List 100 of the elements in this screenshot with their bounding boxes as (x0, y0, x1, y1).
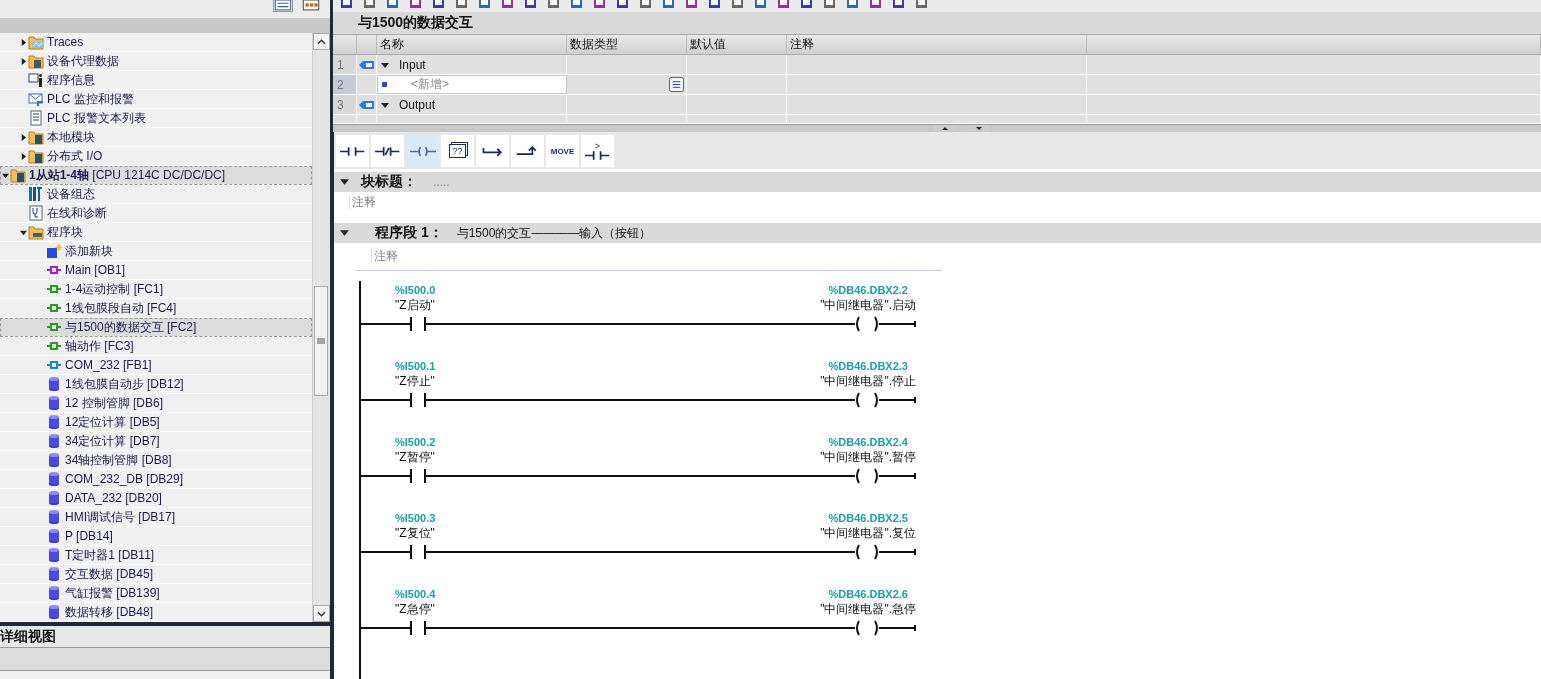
tree-item[interactable]: P [DB14] (0, 527, 312, 546)
collapse-arrow-icon[interactable] (340, 229, 349, 237)
toolbar-icon[interactable] (730, 0, 746, 10)
toolbar-icon[interactable] (707, 0, 723, 10)
tree-item[interactable]: 12 控制管脚 [DB6] (0, 394, 312, 413)
rung-drawing[interactable] (361, 468, 916, 484)
coil-symbol[interactable]: "中间继电器".停止 (820, 373, 916, 389)
tree-item[interactable]: 添加新块 (0, 242, 312, 261)
branch-close-button[interactable] (511, 135, 544, 167)
tree-item[interactable]: 34轴控制管脚 [DB8] (0, 451, 312, 470)
tree-item[interactable]: 程序块 (0, 223, 312, 242)
toolbar-icon[interactable] (914, 0, 930, 10)
toolbar-icon[interactable] (546, 0, 562, 10)
text-button[interactable]: MOVE (546, 135, 579, 167)
toolbar-icon[interactable] (569, 0, 585, 10)
coil-symbol[interactable]: "中间继电器".复位 (820, 525, 916, 541)
expand-arrow-icon[interactable] (381, 100, 389, 109)
toolbar-icon[interactable] (408, 0, 424, 10)
column-header[interactable]: 默认值 (687, 35, 787, 54)
toolbar-icon[interactable] (454, 0, 470, 10)
toolbar-icon[interactable] (362, 0, 378, 10)
column-header[interactable]: 数据类型 (567, 35, 687, 54)
rung-drawing[interactable] (361, 392, 916, 408)
collapse-arrow-icon[interactable] (340, 178, 349, 186)
expand-arrow-icon[interactable] (381, 60, 389, 69)
compare-button[interactable]: > (581, 135, 614, 167)
toolbar-icon[interactable] (592, 0, 608, 10)
toolbar-icon[interactable] (477, 0, 493, 10)
toolbar-icon[interactable] (868, 0, 884, 10)
tree-item[interactable]: 1-4运动控制 [FC1] (0, 280, 312, 299)
tree-item[interactable]: T定时器1 [DB11] (0, 546, 312, 565)
expand-arrow-icon[interactable] (1, 171, 9, 179)
branch-open-button[interactable] (476, 135, 509, 167)
toolbar-icon[interactable] (799, 0, 815, 10)
tree-item[interactable]: 程序信息 (0, 71, 312, 90)
network-title[interactable]: 与1500的交互————输入（按钮） (456, 224, 652, 242)
expand-arrow-icon[interactable] (19, 38, 27, 46)
toolbar-icon[interactable] (891, 0, 907, 10)
tree-item[interactable]: 12定位计算 [DB5] (0, 413, 312, 432)
rung-drawing[interactable] (361, 544, 916, 560)
toolbar-icon[interactable] (615, 0, 631, 10)
box-button[interactable]: ?? (441, 135, 474, 167)
contact-symbol[interactable]: "Z复位" (395, 525, 436, 541)
block-comment[interactable]: 注释 (349, 195, 376, 209)
grid-view-icon[interactable] (302, 0, 320, 11)
scroll-up-button[interactable] (313, 33, 330, 50)
tree-item[interactable]: PLC 报警文本列表 (0, 109, 312, 128)
toolbar-icon[interactable] (339, 0, 355, 10)
toolbar-icon[interactable] (523, 0, 539, 10)
expand-arrow-icon[interactable] (19, 57, 27, 65)
contact-symbol[interactable]: "Z启动" (395, 297, 436, 313)
toolbar-icon[interactable] (500, 0, 516, 10)
toolbar-icon[interactable] (638, 0, 654, 10)
toolbar-icon[interactable] (684, 0, 700, 10)
toolbar-icon[interactable] (385, 0, 401, 10)
tree-item[interactable]: PLC 监控和报警 (0, 90, 312, 109)
rung-drawing[interactable] (361, 620, 916, 636)
coil-symbol[interactable]: "中间继电器".暂停 (820, 449, 916, 465)
tree-item[interactable]: 气缸报警 [DB139] (0, 584, 312, 603)
scrollbar-thumb[interactable] (314, 286, 328, 396)
tree-item[interactable]: DATA_232 [DB20] (0, 489, 312, 508)
tree-item[interactable]: 34定位计算 [DB7] (0, 432, 312, 451)
list-view-icon[interactable] (274, 0, 292, 11)
column-header[interactable]: 注释 (787, 35, 1087, 54)
tree-item[interactable]: COM_232 [FB1] (0, 356, 312, 375)
tree-item[interactable]: Main [OB1] (0, 261, 312, 280)
coil-symbol[interactable]: "中间继电器".启动 (820, 297, 916, 313)
coil-symbol[interactable]: "中间继电器".急停 (820, 601, 916, 617)
tree-item[interactable]: 在线和诊断 (0, 204, 312, 223)
list-button-icon[interactable] (669, 77, 684, 92)
toolbar-icon[interactable] (822, 0, 838, 10)
column-header[interactable]: 名称 (377, 35, 567, 54)
scroll-down-button[interactable] (313, 605, 330, 622)
expand-arrow-icon[interactable] (19, 228, 27, 236)
rung-drawing[interactable] (361, 316, 916, 332)
tree-item[interactable]: Traces (0, 33, 312, 52)
network-comment[interactable]: 注释 (371, 249, 398, 263)
tree-item[interactable]: HMI调试信号 [DB17] (0, 508, 312, 527)
contact-symbol[interactable]: "Z暂停" (395, 449, 436, 465)
expand-arrow-icon[interactable] (19, 152, 27, 160)
tree-item[interactable]: 设备组态 (0, 185, 312, 204)
no-contact-button[interactable] (336, 135, 369, 167)
tree-item[interactable]: 与1500的数据交互 [FC2] (0, 318, 312, 337)
contact-symbol[interactable]: "Z急停" (395, 601, 436, 617)
tree-item[interactable]: COM_232_DB [DB29] (0, 470, 312, 489)
tree-item[interactable]: 交互数据 [DB45] (0, 565, 312, 584)
contact-symbol[interactable]: "Z停止" (395, 373, 436, 389)
toolbar-icon[interactable] (661, 0, 677, 10)
tree-item[interactable]: 1从站1-4轴 [CPU 1214C DC/DC/DC] (0, 166, 312, 185)
tree-item[interactable]: 本地模块 (0, 128, 312, 147)
tree-item[interactable]: 数据转移 [DB48] (0, 603, 312, 622)
nc-contact-button[interactable] (371, 135, 404, 167)
tree-item[interactable]: 设备代理数据 (0, 52, 312, 71)
toolbar-icon[interactable] (845, 0, 861, 10)
toolbar-icon[interactable] (753, 0, 769, 10)
tree-item[interactable]: 轴动作 [FC3] (0, 337, 312, 356)
toolbar-icon[interactable] (776, 0, 792, 10)
add-new-placeholder[interactable]: <新增> (411, 76, 449, 93)
tree-item[interactable]: 1线包膜自动步 [DB12] (0, 375, 312, 394)
expand-arrow-icon[interactable] (19, 133, 27, 141)
